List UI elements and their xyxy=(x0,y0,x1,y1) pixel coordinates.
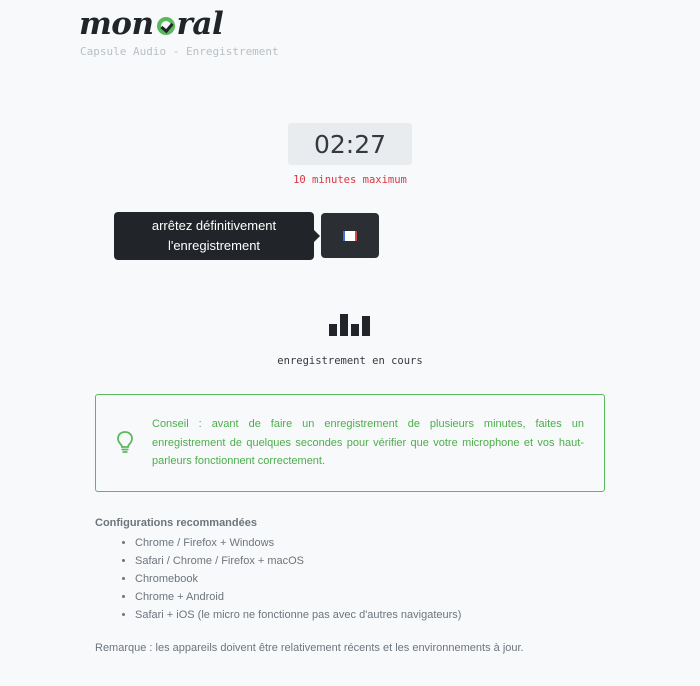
logo-check-icon xyxy=(156,17,175,35)
audio-level-bar xyxy=(329,324,337,336)
config-item: Safari / Chrome / Firefox + macOS xyxy=(135,552,695,570)
config-title: Configurations recommandées xyxy=(95,517,257,529)
tip-text: Conseil : avant de faire un enregistreme… xyxy=(152,418,584,467)
logo-suffix: ral xyxy=(176,6,224,42)
config-item: Chrome + Android xyxy=(135,588,695,606)
audio-level-bar xyxy=(362,316,370,336)
recording-timer: 02:27 xyxy=(288,123,412,165)
audio-level-bar xyxy=(351,324,359,336)
lightbulb-icon xyxy=(117,431,133,453)
config-item: Chrome / Firefox + Windows xyxy=(135,534,695,552)
page-subtitle: Capsule Audio - Enregistrement xyxy=(80,45,279,58)
tip-box: Conseil : avant de faire un enregistreme… xyxy=(95,394,605,492)
config-list: Chrome / Firefox + Windows Safari / Chro… xyxy=(95,534,695,624)
remark-text: Remarque : les appareils doivent être re… xyxy=(95,642,524,654)
audio-level-icon xyxy=(329,314,373,336)
config-item: Safari + iOS (le micro ne fonctionne pas… xyxy=(135,606,695,624)
logo-prefix: mon xyxy=(79,6,154,42)
stop-tooltip: arrêtez définitivement l'enregistrement xyxy=(114,212,320,260)
recording-status: enregistrement en cours xyxy=(277,355,423,367)
logo: mon ral xyxy=(79,6,224,42)
stop-tooltip-line2: l'enregistrement xyxy=(167,238,261,253)
stop-tooltip-line1: arrêtez définitivement xyxy=(151,218,277,233)
config-item: Chromebook xyxy=(135,570,695,588)
stop-icon xyxy=(343,230,357,241)
timer-limit: 10 minutes maximum xyxy=(293,174,407,186)
audio-level-bar xyxy=(340,314,348,336)
stop-recording-button[interactable] xyxy=(321,213,379,258)
